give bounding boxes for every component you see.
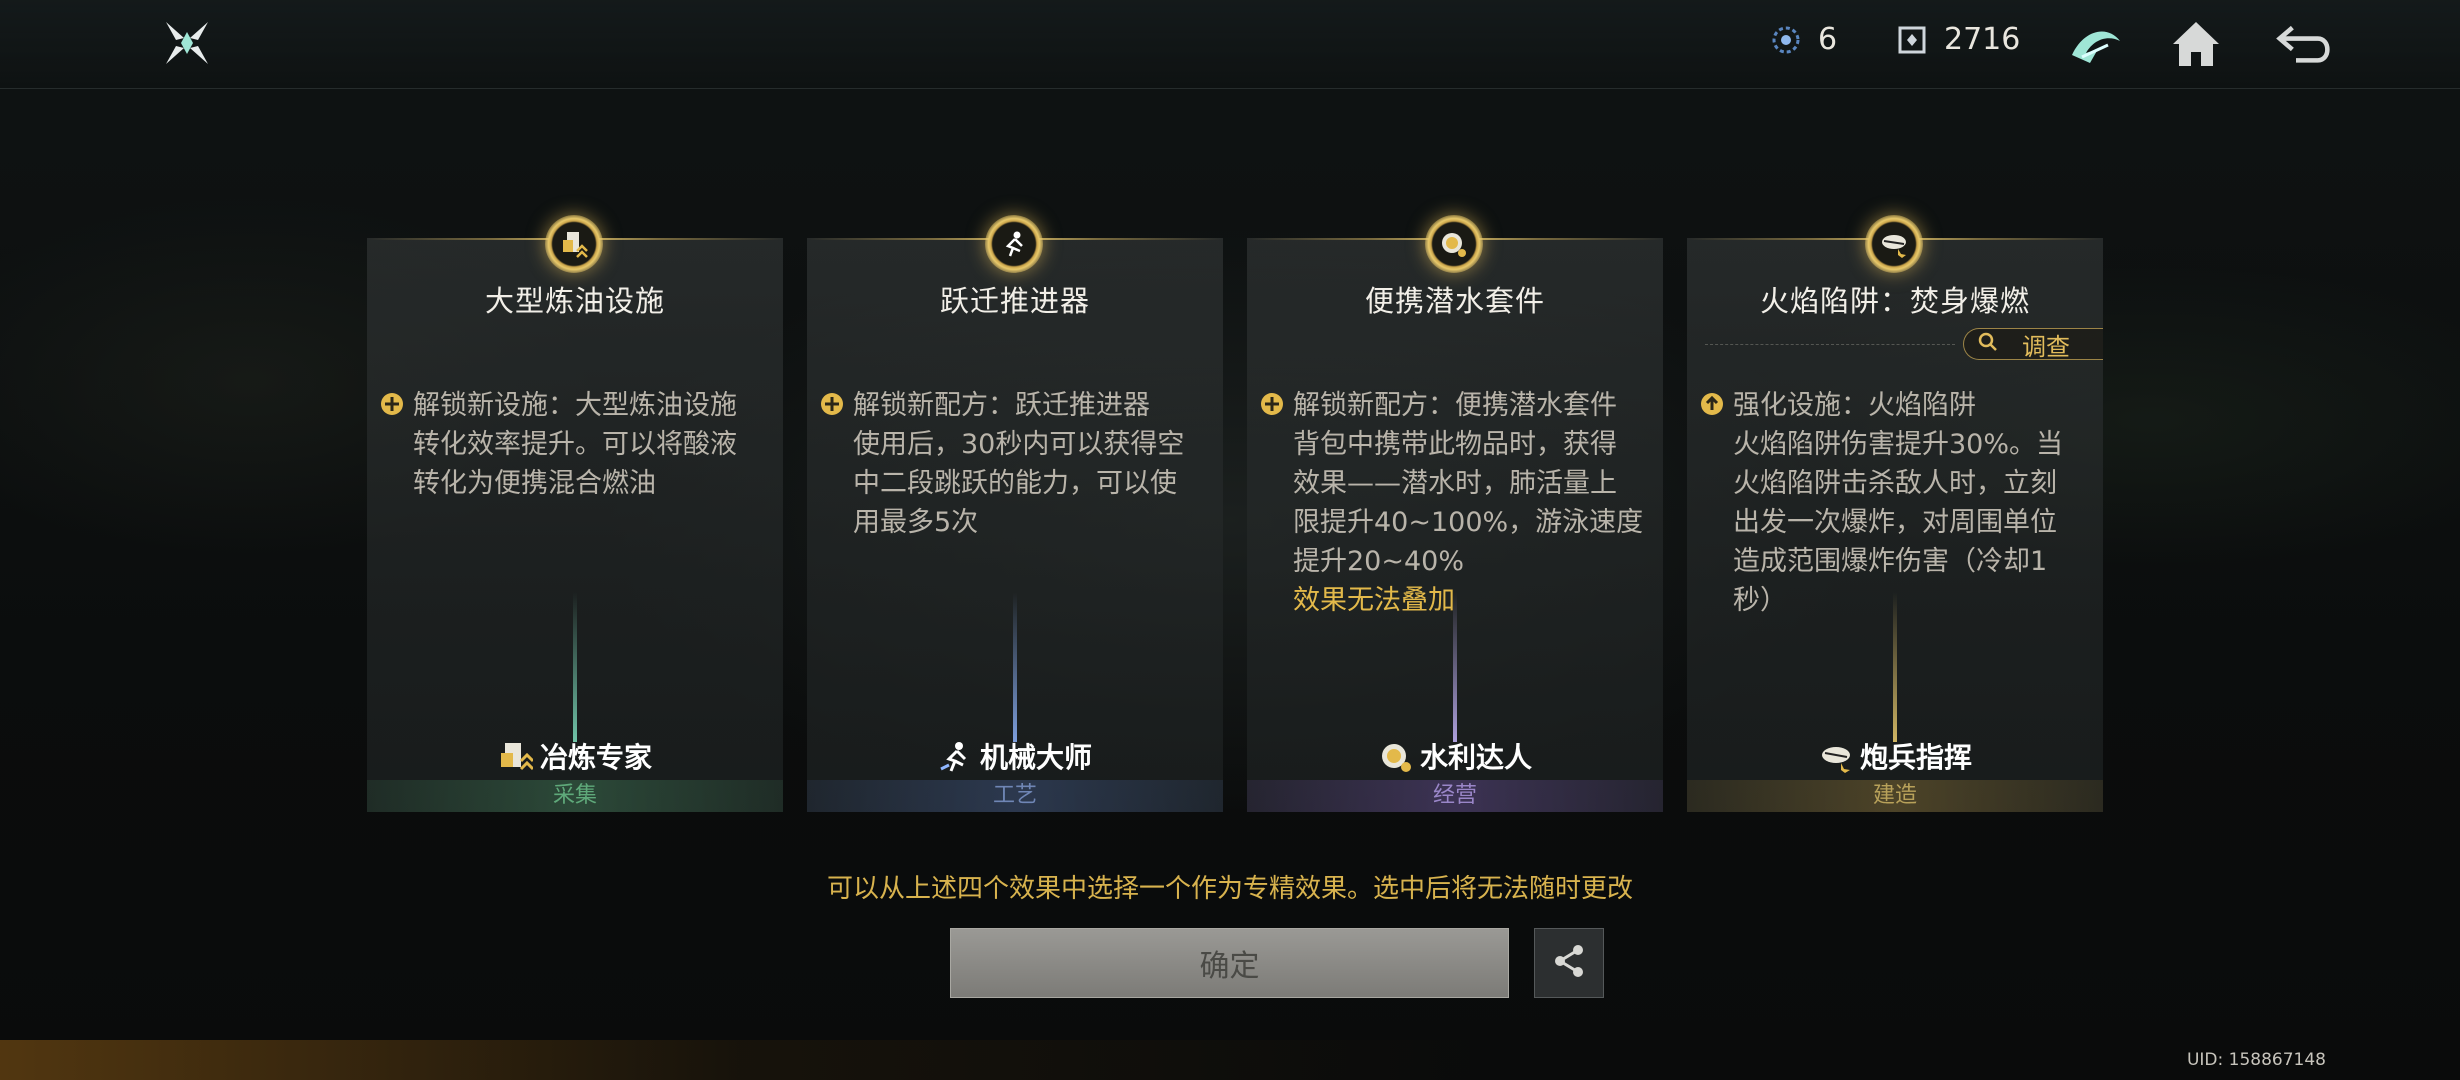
- share-button[interactable]: [1534, 928, 1604, 998]
- faction-icon[interactable]: [2066, 14, 2126, 74]
- specialty-name: 炮兵指挥: [1859, 741, 1972, 774]
- perk-card-jump-thruster[interactable]: 跃迁推进器 解锁新配方：跃迁推进器 使用后，30秒内可以获得空 中二段跳跃的能力…: [807, 238, 1223, 812]
- artillery-badge-icon: [1865, 215, 1923, 273]
- category-label: 采集: [552, 783, 597, 808]
- effect-line: 效果——潜水时，肺活量上: [1293, 468, 1617, 499]
- light-beam: [1013, 592, 1017, 742]
- energy-count: 6: [1818, 22, 1838, 57]
- investigate-label: 调查: [2022, 332, 2070, 361]
- specialty-label: 水利达人: [1247, 736, 1663, 776]
- perk-card-refinery[interactable]: 大型炼油设施 解锁新设施：大型炼油设施 转化效率提升。可以将酸液 转化为便携混合…: [367, 238, 783, 812]
- category-label: 经营: [1432, 783, 1477, 808]
- effect-line: 强化设施：火焰陷阱: [1733, 390, 1976, 421]
- effect-line: 出发一次爆炸，对周围单位: [1733, 507, 2057, 538]
- card-effect: 解锁新配方：跃迁推进器 使用后，30秒内可以获得空 中二段跳跃的能力，可以使 用…: [819, 386, 1204, 542]
- effect-line: 限提升40~100%，游泳速度: [1293, 507, 1644, 538]
- confirm-button[interactable]: 确定: [950, 928, 1509, 998]
- mechanic-badge-icon: [985, 215, 1043, 273]
- plus-icon: [1259, 391, 1285, 417]
- effect-line: 提升20~40%: [1293, 546, 1464, 577]
- effect-line: 中二段跳跃的能力，可以使: [853, 468, 1177, 499]
- water-badge-icon: [1425, 215, 1483, 273]
- water-icon: [1378, 738, 1414, 774]
- refinery-icon: [498, 738, 534, 774]
- energy-icon: [1770, 24, 1802, 56]
- card-effect: 强化设施：火焰陷阱 火焰陷阱伤害提升30%。当 火焰陷阱击杀敌人时，立刻 出发一…: [1699, 386, 2084, 620]
- effect-line: 背包中携带此物品时，获得: [1293, 429, 1617, 460]
- category-bar: 建造: [1687, 780, 2103, 812]
- effect-line: 解锁新设施：大型炼油设施: [413, 390, 737, 421]
- specialty-label: 机械大师: [807, 736, 1223, 776]
- energy-counter: 6: [1770, 22, 1837, 57]
- perk-card-diving-kit[interactable]: 便携潜水套件 解锁新配方：便携潜水套件 背包中携带此物品时，获得 效果——潜水时…: [1247, 238, 1663, 812]
- investigate-button[interactable]: 调查: [1963, 328, 2103, 361]
- category-bar: 经营: [1247, 780, 1663, 812]
- category-bar: 采集: [367, 780, 783, 812]
- specialty-label: 冶炼专家: [367, 736, 783, 776]
- plus-icon: [379, 391, 405, 417]
- artillery-icon: [1818, 738, 1854, 774]
- card-effect: 解锁新设施：大型炼油设施 转化效率提升。可以将酸液 转化为便携混合燃油: [379, 386, 764, 503]
- card-title: 跃迁推进器: [939, 284, 1090, 318]
- effect-line: 转化效率提升。可以将酸液: [413, 429, 737, 460]
- top-bar: 6 2716: [0, 0, 2460, 89]
- effect-line: 火焰陷阱击杀敌人时，立刻: [1733, 468, 2057, 499]
- currency-icon: [1896, 24, 1928, 56]
- effect-line: 解锁新配方：便携潜水套件: [1293, 390, 1617, 421]
- share-icon: [1549, 941, 1589, 985]
- effect-line: 秒）: [1733, 585, 1787, 616]
- effect-line: 解锁新配方：跃迁推进器: [853, 390, 1150, 421]
- bottom-glow: [0, 1040, 2460, 1080]
- effect-line: 造成范围爆炸伤害（冷却1: [1733, 546, 2048, 577]
- light-beam: [573, 592, 577, 742]
- effect-line: 火焰陷阱伤害提升30%。当: [1733, 429, 2064, 460]
- home-icon[interactable]: [2166, 14, 2226, 74]
- specialty-label: 炮兵指挥: [1687, 736, 2103, 776]
- card-title: 大型炼油设施: [484, 284, 665, 318]
- specialty-name: 水利达人: [1419, 741, 1532, 774]
- hint-text: 可以从上述四个效果中选择一个作为专精效果。选中后将无法随时更改: [826, 874, 1633, 904]
- effect-line: 用最多5次: [853, 507, 979, 538]
- search-icon: [1978, 330, 1998, 358]
- upgrade-icon: [1699, 391, 1725, 417]
- category-bar: 工艺: [807, 780, 1223, 812]
- specialty-name: 机械大师: [979, 741, 1092, 774]
- effect-line: 转化为便携混合燃油: [413, 468, 656, 499]
- category-label: 工艺: [992, 783, 1037, 808]
- specialty-name: 冶炼专家: [539, 741, 652, 774]
- refinery-badge-icon: [545, 215, 603, 273]
- card-title: 便携潜水套件: [1364, 284, 1545, 318]
- light-beam: [1893, 592, 1897, 742]
- currency-counter: 2716: [1896, 22, 2020, 57]
- currency-count: 2716: [1944, 22, 2021, 57]
- effect-warning: 效果无法叠加: [1293, 585, 1455, 616]
- mechanic-icon: [938, 738, 974, 774]
- back-icon[interactable]: [2276, 14, 2336, 74]
- category-label: 建造: [1872, 783, 1917, 808]
- card-effect: 解锁新配方：便携潜水套件 背包中携带此物品时，获得 效果——潜水时，肺活量上 限…: [1259, 386, 1644, 620]
- perk-card-fire-trap[interactable]: 火焰陷阱：焚身爆燃 调查 强化设施：火焰陷阱 火焰陷阱伤害提升30%。当 火焰陷…: [1687, 238, 2103, 812]
- plus-icon: [819, 391, 845, 417]
- dashed-divider: [1705, 344, 1955, 345]
- confirm-label: 确定: [1199, 949, 1260, 984]
- effect-line: 使用后，30秒内可以获得空: [853, 429, 1185, 460]
- card-title: 火焰陷阱：焚身爆燃: [1759, 284, 2030, 318]
- light-beam: [1453, 592, 1457, 742]
- app-logo-icon[interactable]: [162, 18, 212, 68]
- uid-label: UID: 158867148: [2186, 1050, 2326, 1070]
